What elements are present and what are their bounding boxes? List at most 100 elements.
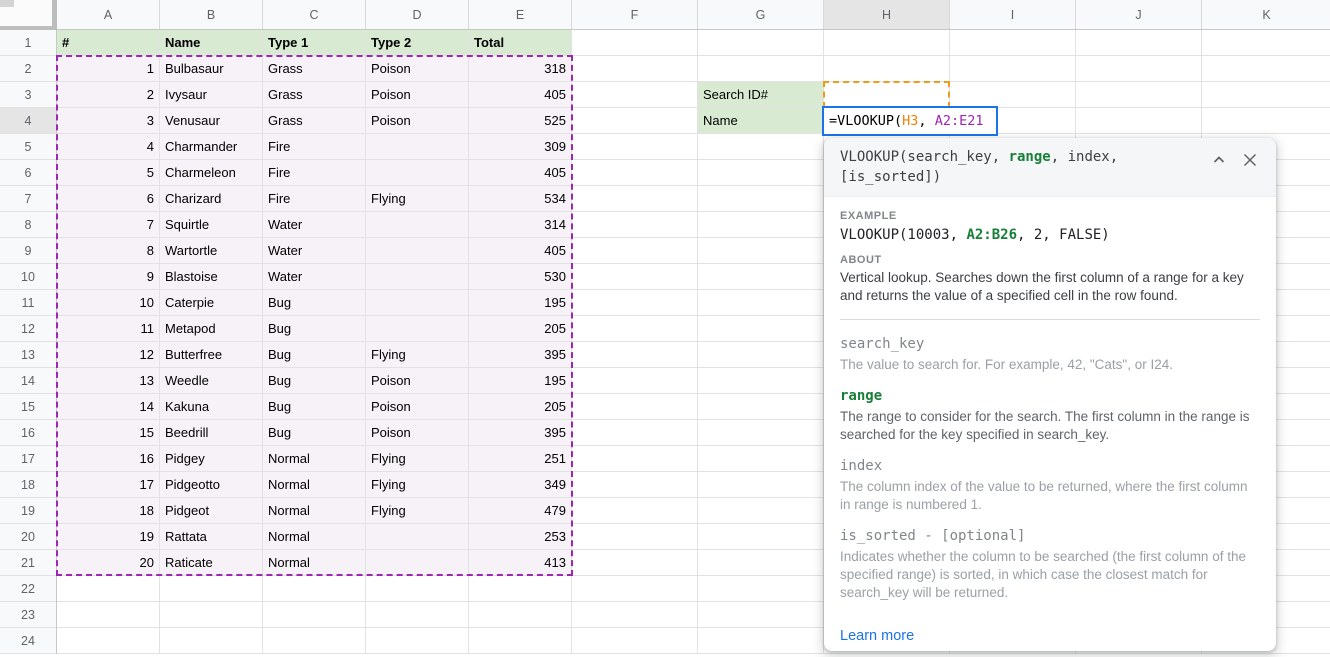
- cell-G22[interactable]: [698, 576, 824, 602]
- cell-B14[interactable]: Weedle: [160, 368, 263, 394]
- cell-B15[interactable]: Kakuna: [160, 394, 263, 420]
- cell-D21[interactable]: [366, 550, 469, 576]
- cell-A16[interactable]: 15: [57, 420, 160, 446]
- cell-B22[interactable]: [160, 576, 263, 602]
- cell-F8[interactable]: [572, 212, 698, 238]
- cell-E1[interactable]: Total: [469, 30, 572, 56]
- learn-more-link[interactable]: Learn more: [840, 628, 914, 644]
- cell-F6[interactable]: [572, 160, 698, 186]
- cell-A12[interactable]: 11: [57, 316, 160, 342]
- row-header-16[interactable]: 16: [0, 420, 56, 446]
- cell-F12[interactable]: [572, 316, 698, 342]
- cell-B7[interactable]: Charizard: [160, 186, 263, 212]
- cell-E4[interactable]: 525: [469, 108, 572, 134]
- cell-F14[interactable]: [572, 368, 698, 394]
- cell-B13[interactable]: Butterfree: [160, 342, 263, 368]
- cell-D24[interactable]: [366, 628, 469, 654]
- row-header-11[interactable]: 11: [0, 290, 56, 316]
- cell-A8[interactable]: 7: [57, 212, 160, 238]
- row-header-5[interactable]: 5: [0, 134, 56, 160]
- cell-D12[interactable]: [366, 316, 469, 342]
- cell-C10[interactable]: Water: [263, 264, 366, 290]
- cell-C14[interactable]: Bug: [263, 368, 366, 394]
- cell-C22[interactable]: [263, 576, 366, 602]
- cell-C5[interactable]: Fire: [263, 134, 366, 160]
- column-header-I[interactable]: I: [950, 0, 1076, 29]
- cell-F4[interactable]: [572, 108, 698, 134]
- cell-F16[interactable]: [572, 420, 698, 446]
- cell-B24[interactable]: [160, 628, 263, 654]
- row-header-2[interactable]: 2: [0, 56, 56, 82]
- select-all-corner[interactable]: [0, 0, 57, 30]
- cell-B8[interactable]: Squirtle: [160, 212, 263, 238]
- cell-F22[interactable]: [572, 576, 698, 602]
- cell-G12[interactable]: [698, 316, 824, 342]
- cell-K3[interactable]: [1202, 82, 1330, 108]
- cell-E11[interactable]: 195: [469, 290, 572, 316]
- column-header-J[interactable]: J: [1076, 0, 1202, 29]
- column-header-H[interactable]: H: [824, 0, 950, 29]
- cell-G4[interactable]: Name: [698, 108, 824, 134]
- row-header-12[interactable]: 12: [0, 316, 56, 342]
- cell-G1[interactable]: [698, 30, 824, 56]
- cell-C18[interactable]: Normal: [263, 472, 366, 498]
- cell-A24[interactable]: [57, 628, 160, 654]
- cell-G5[interactable]: [698, 134, 824, 160]
- cell-G16[interactable]: [698, 420, 824, 446]
- cell-E7[interactable]: 534: [469, 186, 572, 212]
- cell-F20[interactable]: [572, 524, 698, 550]
- cell-A9[interactable]: 8: [57, 238, 160, 264]
- cell-C15[interactable]: Bug: [263, 394, 366, 420]
- cell-A19[interactable]: 18: [57, 498, 160, 524]
- cell-E6[interactable]: 405: [469, 160, 572, 186]
- cell-G14[interactable]: [698, 368, 824, 394]
- row-header-22[interactable]: 22: [0, 576, 56, 602]
- cell-E5[interactable]: 309: [469, 134, 572, 160]
- cell-C7[interactable]: Fire: [263, 186, 366, 212]
- row-header-6[interactable]: 6: [0, 160, 56, 186]
- cell-F10[interactable]: [572, 264, 698, 290]
- cell-G7[interactable]: [698, 186, 824, 212]
- cell-C17[interactable]: Normal: [263, 446, 366, 472]
- cell-E14[interactable]: 195: [469, 368, 572, 394]
- cell-H3[interactable]: [824, 82, 950, 108]
- cell-A2[interactable]: 1: [57, 56, 160, 82]
- cell-G3[interactable]: Search ID#: [698, 82, 824, 108]
- row-header-7[interactable]: 7: [0, 186, 56, 212]
- cell-B23[interactable]: [160, 602, 263, 628]
- cell-F17[interactable]: [572, 446, 698, 472]
- cell-A20[interactable]: 19: [57, 524, 160, 550]
- row-header-20[interactable]: 20: [0, 524, 56, 550]
- cell-G13[interactable]: [698, 342, 824, 368]
- cell-G17[interactable]: [698, 446, 824, 472]
- column-header-E[interactable]: E: [469, 0, 572, 29]
- cell-B5[interactable]: Charmander: [160, 134, 263, 160]
- cell-B1[interactable]: Name: [160, 30, 263, 56]
- cell-A14[interactable]: 13: [57, 368, 160, 394]
- cell-E13[interactable]: 395: [469, 342, 572, 368]
- row-header-15[interactable]: 15: [0, 394, 56, 420]
- cell-G8[interactable]: [698, 212, 824, 238]
- cell-A13[interactable]: 12: [57, 342, 160, 368]
- cell-I1[interactable]: [950, 30, 1076, 56]
- cell-D20[interactable]: [366, 524, 469, 550]
- cell-J1[interactable]: [1076, 30, 1202, 56]
- cell-E10[interactable]: 530: [469, 264, 572, 290]
- cell-E18[interactable]: 349: [469, 472, 572, 498]
- cell-B21[interactable]: Raticate: [160, 550, 263, 576]
- cell-D17[interactable]: Flying: [366, 446, 469, 472]
- cell-A4[interactable]: 3: [57, 108, 160, 134]
- row-header-17[interactable]: 17: [0, 446, 56, 472]
- cell-A1[interactable]: #: [57, 30, 160, 56]
- cell-D6[interactable]: [366, 160, 469, 186]
- cell-C20[interactable]: Normal: [263, 524, 366, 550]
- cell-D19[interactable]: Flying: [366, 498, 469, 524]
- cell-A7[interactable]: 6: [57, 186, 160, 212]
- cell-B17[interactable]: Pidgey: [160, 446, 263, 472]
- cell-J3[interactable]: [1076, 82, 1202, 108]
- cell-G15[interactable]: [698, 394, 824, 420]
- cell-B9[interactable]: Wartortle: [160, 238, 263, 264]
- cell-E22[interactable]: [469, 576, 572, 602]
- cell-B16[interactable]: Beedrill: [160, 420, 263, 446]
- cell-E19[interactable]: 479: [469, 498, 572, 524]
